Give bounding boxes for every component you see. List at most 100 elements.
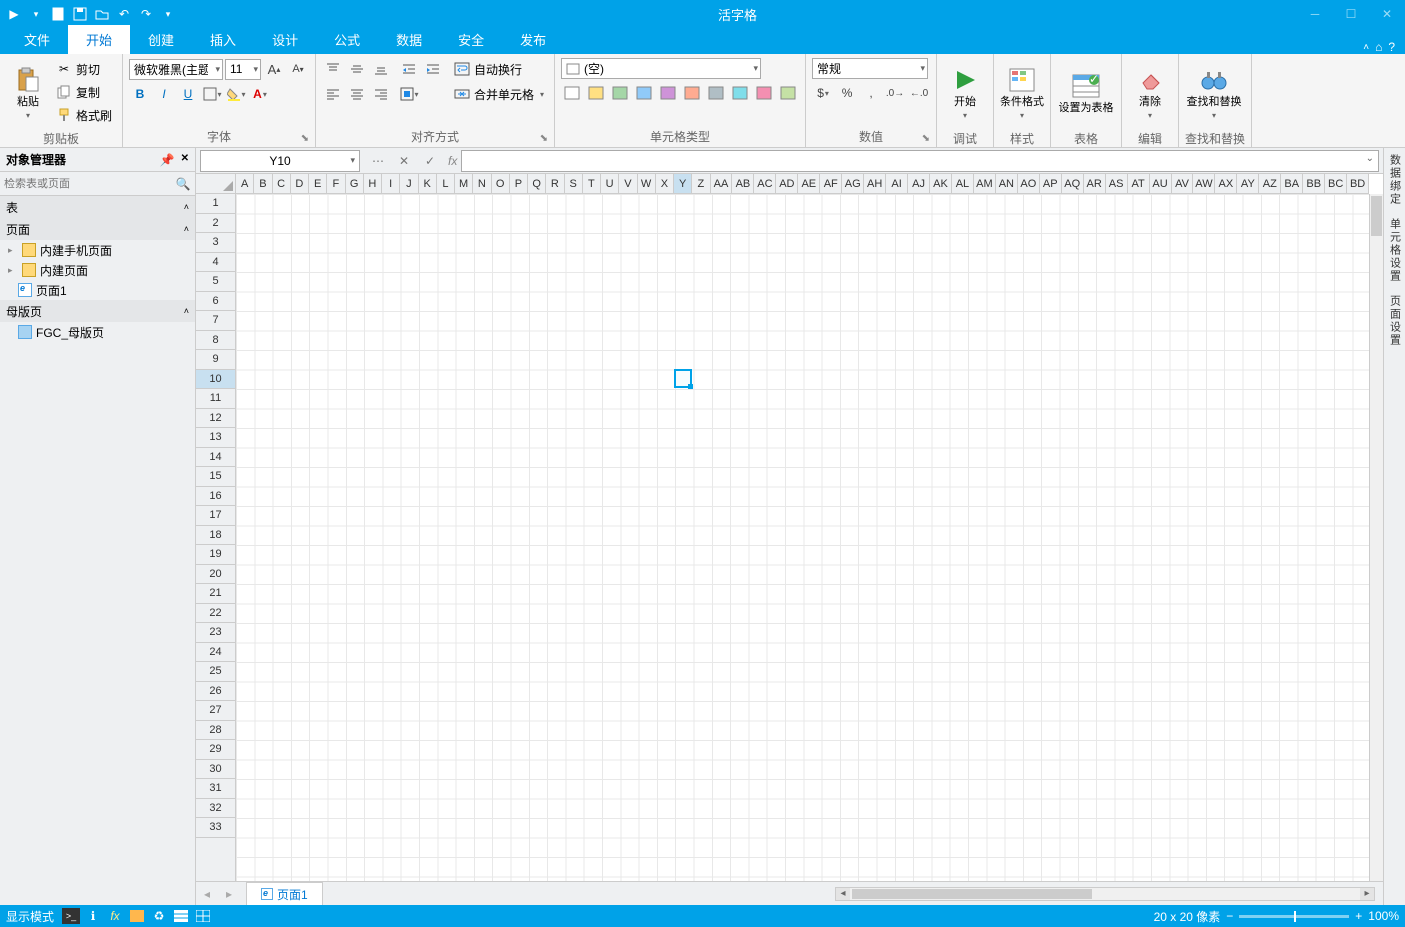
border-button[interactable] <box>201 83 223 105</box>
close-panel-icon[interactable]: ✕ <box>181 153 189 167</box>
menu-tab-6[interactable]: 数据 <box>378 25 440 54</box>
row-header[interactable]: 2 <box>196 214 235 234</box>
italic-button[interactable]: I <box>153 83 175 105</box>
right-tab-pagesettings[interactable]: 页面设置 <box>1387 295 1403 347</box>
currency-icon[interactable]: $ <box>812 82 834 104</box>
align-top-icon[interactable] <box>322 58 344 80</box>
celltype-gallery-2[interactable] <box>609 82 631 104</box>
row-header[interactable]: 5 <box>196 272 235 292</box>
decrease-indent-icon[interactable] <box>398 58 420 80</box>
col-header[interactable]: AK <box>930 174 952 193</box>
row-header[interactable]: 28 <box>196 721 235 741</box>
start-button[interactable]: 开始 ▾ <box>943 58 987 128</box>
tree-master1[interactable]: FGC_母版页 <box>0 322 195 342</box>
row-header[interactable]: 19 <box>196 545 235 565</box>
align-dialog-launcher[interactable]: ⬊ <box>540 133 548 144</box>
qat-dropdown-icon[interactable]: ▾ <box>26 4 46 24</box>
align-middle-icon[interactable] <box>346 58 368 80</box>
right-tab-databinding[interactable]: 数据绑定 <box>1387 154 1403 206</box>
align-center-icon[interactable] <box>346 83 368 105</box>
number-dialog-launcher[interactable]: ⬊ <box>922 133 930 144</box>
col-header[interactable]: U <box>601 174 619 193</box>
row-header[interactable]: 20 <box>196 565 235 585</box>
font-color-button[interactable]: A <box>249 83 271 105</box>
sheet-nav-next[interactable]: ▸ <box>218 887 240 901</box>
col-header[interactable]: AN <box>996 174 1018 193</box>
row-header[interactable]: 23 <box>196 623 235 643</box>
row-header[interactable]: 8 <box>196 331 235 351</box>
help-icon[interactable]: ? <box>1388 40 1395 54</box>
row-header[interactable]: 4 <box>196 253 235 273</box>
col-header[interactable]: AU <box>1150 174 1172 193</box>
col-header[interactable]: C <box>273 174 291 193</box>
row-header[interactable]: 13 <box>196 428 235 448</box>
status-info-icon[interactable]: ℹ <box>84 908 102 924</box>
new-file-icon[interactable] <box>48 4 68 24</box>
col-header[interactable]: AL <box>952 174 974 193</box>
col-header[interactable]: AC <box>754 174 776 193</box>
row-header[interactable]: 16 <box>196 487 235 507</box>
increase-decimal-icon[interactable]: .0→ <box>884 82 906 104</box>
col-header[interactable]: M <box>455 174 473 193</box>
spreadsheet-grid[interactable]: ABCDEFGHIJKLMNOPQRSTUVWXYZAAABACADAEAFAG… <box>196 174 1383 881</box>
name-box[interactable]: Y10 <box>200 150 360 172</box>
celltype-gallery-8[interactable] <box>753 82 775 104</box>
object-search-input[interactable] <box>0 178 171 190</box>
menu-tab-7[interactable]: 安全 <box>440 25 502 54</box>
celltype-gallery-0[interactable] <box>561 82 583 104</box>
home-icon[interactable]: ⌂ <box>1375 40 1382 54</box>
status-refresh-icon[interactable]: ♻ <box>150 908 168 924</box>
col-header[interactable]: AG <box>842 174 864 193</box>
col-header[interactable]: O <box>492 174 510 193</box>
underline-button[interactable]: U <box>177 83 199 105</box>
menu-tab-8[interactable]: 发布 <box>502 25 564 54</box>
cancel-edit-icon[interactable]: ✕ <box>392 151 416 171</box>
padding-icon[interactable] <box>398 83 420 105</box>
align-bottom-icon[interactable] <box>370 58 392 80</box>
minimize-button[interactable]: ─ <box>1297 0 1333 28</box>
row-header[interactable]: 18 <box>196 526 235 546</box>
col-header[interactable]: BC <box>1325 174 1347 193</box>
col-header[interactable]: H <box>364 174 382 193</box>
row-header[interactable]: 27 <box>196 701 235 721</box>
section-pages[interactable]: 页面˄ <box>0 218 195 240</box>
col-header[interactable]: AR <box>1084 174 1106 193</box>
col-header[interactable]: K <box>419 174 437 193</box>
undo-icon[interactable]: ↶ <box>114 4 134 24</box>
right-tab-cellsettings[interactable]: 单元格设置 <box>1387 218 1403 283</box>
col-header[interactable]: L <box>437 174 455 193</box>
col-header[interactable]: AT <box>1128 174 1150 193</box>
status-grid-icon[interactable] <box>194 908 212 924</box>
celltype-gallery-1[interactable] <box>585 82 607 104</box>
row-header[interactable]: 14 <box>196 448 235 468</box>
status-fx-icon[interactable]: fx <box>106 908 124 924</box>
row-header[interactable]: 32 <box>196 799 235 819</box>
find-replace-button[interactable]: 查找和替换 ▾ <box>1185 58 1243 128</box>
row-header[interactable]: 22 <box>196 604 235 624</box>
col-header[interactable]: E <box>309 174 327 193</box>
col-header[interactable]: AD <box>776 174 798 193</box>
row-header[interactable]: 29 <box>196 740 235 760</box>
col-header[interactable]: AP <box>1040 174 1062 193</box>
col-header[interactable]: AH <box>864 174 886 193</box>
celltype-gallery-5[interactable] <box>681 82 703 104</box>
qat-more-icon[interactable]: ▾ <box>158 4 178 24</box>
col-header[interactable]: AI <box>886 174 908 193</box>
col-header[interactable]: Q <box>528 174 546 193</box>
cells-area[interactable] <box>236 194 1369 881</box>
row-header[interactable]: 21 <box>196 584 235 604</box>
zoom-in-button[interactable]: + <box>1355 909 1362 923</box>
select-all-corner[interactable] <box>196 174 236 194</box>
run-icon[interactable]: ▶ <box>4 4 24 24</box>
fill-color-button[interactable] <box>225 83 247 105</box>
col-header[interactable]: AJ <box>908 174 930 193</box>
number-format-select[interactable]: 常规 <box>812 58 928 79</box>
zoom-out-button[interactable]: − <box>1226 909 1233 923</box>
menu-tab-3[interactable]: 插入 <box>192 25 254 54</box>
row-header[interactable]: 9 <box>196 350 235 370</box>
percent-icon[interactable]: % <box>836 82 858 104</box>
row-header[interactable]: 11 <box>196 389 235 409</box>
row-header[interactable]: 1 <box>196 194 235 214</box>
col-header[interactable]: R <box>546 174 564 193</box>
set-as-table-button[interactable]: ✓ 设置为表格 <box>1057 58 1115 128</box>
